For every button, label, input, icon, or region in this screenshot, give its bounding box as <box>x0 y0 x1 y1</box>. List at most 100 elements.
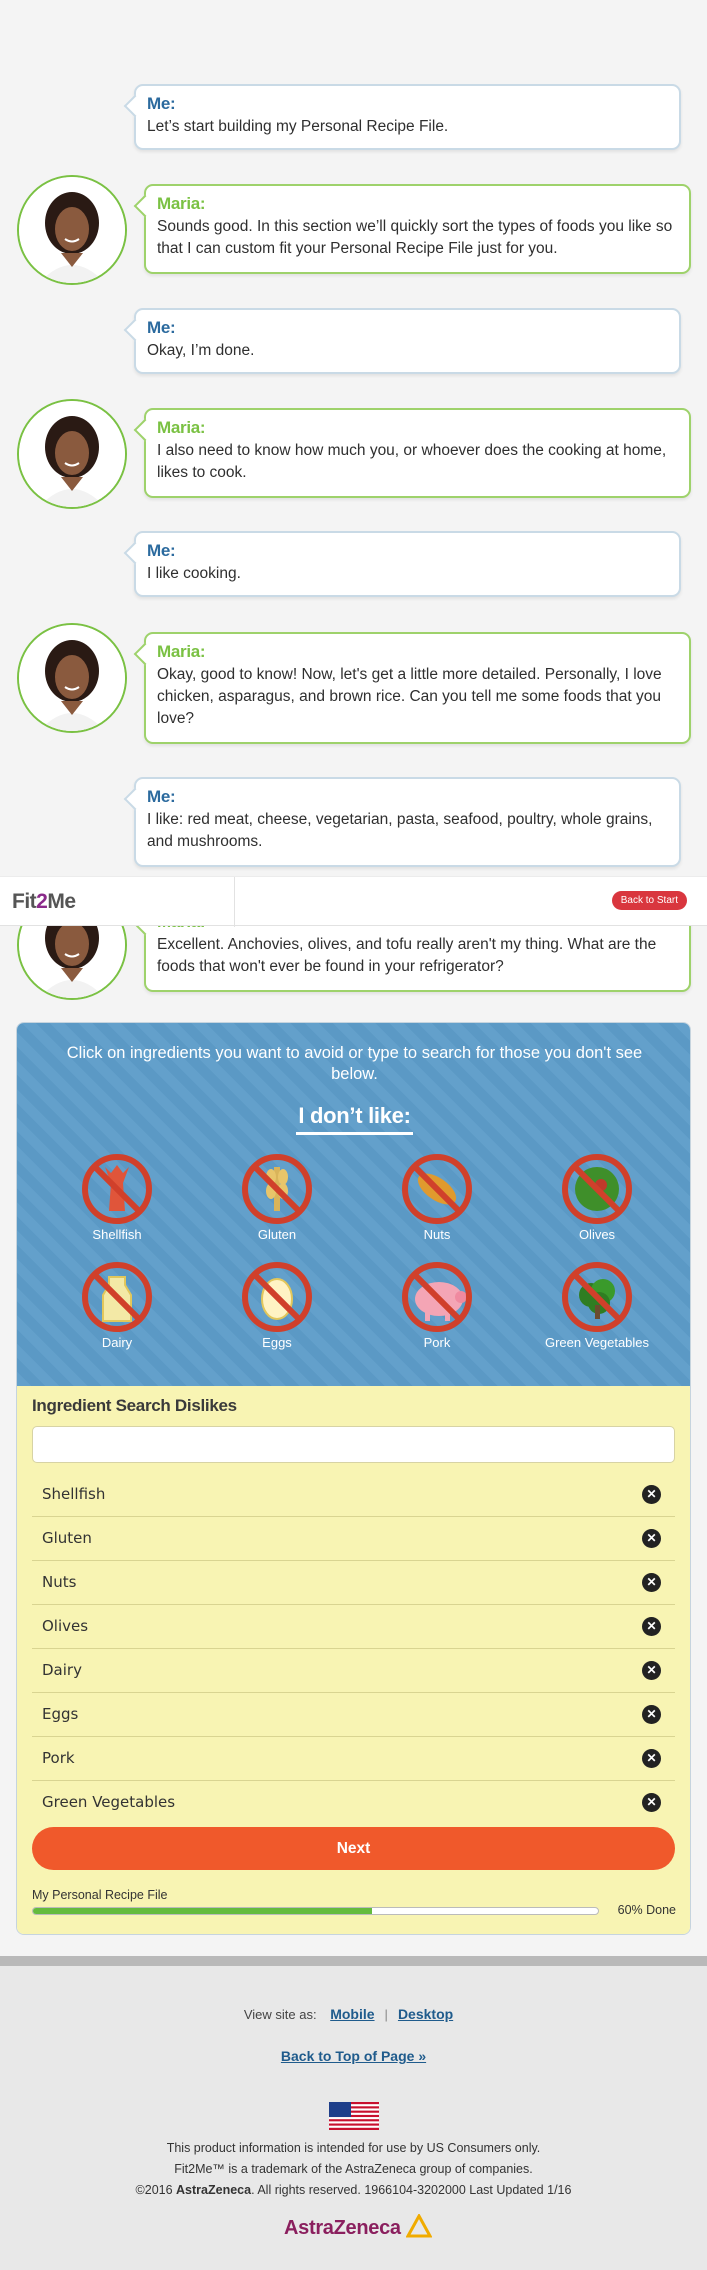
shellfish-icon <box>81 1153 153 1225</box>
logo-text: Me <box>47 890 76 913</box>
remove-icon[interactable]: ✕ <box>642 1617 661 1636</box>
picker-title-text: I don’t like: <box>296 1103 413 1135</box>
ingredient-tile-dairy[interactable]: Dairy <box>47 1261 187 1350</box>
speaker-name: Me: <box>147 318 176 337</box>
site-footer: View site as: Mobile | Desktop Back to Top… <box>0 1966 707 2270</box>
speaker-name: Me: <box>147 787 176 806</box>
company-logo-text: AstraZeneca <box>284 2217 401 2239</box>
pork-icon <box>401 1261 473 1333</box>
selected-dislike-item: Green Vegetables ✕ <box>32 1781 675 1825</box>
picker-instruction: Click on ingredients you want to avoid o… <box>66 1044 643 1083</box>
speaker-name: Me: <box>147 94 176 113</box>
nuts-icon <box>401 1153 473 1225</box>
remove-icon[interactable]: ✕ <box>642 1485 661 1504</box>
fit2me-logo[interactable]: Fit2Me <box>12 890 76 914</box>
tile-label: Olives <box>578 1227 616 1242</box>
back-to-top-link[interactable]: Back to Top of Page » <box>0 2048 707 2064</box>
message-text: Excellent. Anchovies, olives, and tofu r… <box>157 936 657 975</box>
maria-avatar <box>17 623 127 733</box>
ingredient-tile-nuts[interactable]: Nuts <box>367 1153 507 1242</box>
link-separator: | <box>384 2007 388 2022</box>
tile-label: Dairy <box>101 1335 133 1350</box>
message-text: Okay, I’m done. <box>147 342 255 359</box>
ingredient-tile-green-vegetables[interactable]: Green Vegetables <box>527 1261 667 1350</box>
chat-message-me: Me: Okay, I’m done. <box>134 308 681 374</box>
back-to-start-button[interactable]: Back to Start <box>611 891 687 910</box>
maria-avatar <box>17 175 127 285</box>
dairy-icon <box>81 1261 153 1333</box>
dislike-name: Pork <box>42 1749 75 1767</box>
olives-icon <box>561 1153 633 1225</box>
picker-title: I don’t like: <box>17 1103 690 1135</box>
speaker-name: Maria: <box>157 194 206 213</box>
remove-icon[interactable]: ✕ <box>642 1661 661 1680</box>
chat-message-me: Me: Let’s start building my Personal Rec… <box>134 84 681 150</box>
chat-message-maria: Maria: I also need to know how much you,… <box>144 408 691 498</box>
next-button[interactable]: Next <box>32 1827 675 1870</box>
selected-dislike-item: Olives ✕ <box>32 1605 675 1649</box>
legal-line: ©2016 AstraZeneca. All rights reserved. … <box>0 2180 707 2201</box>
tile-label: Nuts <box>423 1227 451 1242</box>
desktop-link[interactable]: Desktop <box>398 2006 453 2022</box>
remove-icon[interactable]: ✕ <box>642 1573 661 1592</box>
tile-label: Eggs <box>262 1335 292 1350</box>
progress-label: My Personal Recipe File <box>32 1888 168 1902</box>
progress-fill <box>33 1908 372 1914</box>
maria-avatar <box>17 399 127 509</box>
speaker-name: Maria: <box>157 642 206 661</box>
remove-icon[interactable]: ✕ <box>642 1749 661 1768</box>
ingredient-picker: Click on ingredients you want to avoid o… <box>17 1023 690 1386</box>
view-as-label: View site as: <box>243 2007 317 2022</box>
ingredient-tile-olives[interactable]: Olives <box>527 1153 667 1242</box>
dislike-name: Shellfish <box>42 1485 106 1503</box>
progress-bar <box>32 1907 599 1915</box>
copyright-text: . All rights reserved. 1966104-3202000 L… <box>251 2183 572 2197</box>
tile-label: Shellfish <box>92 1227 142 1242</box>
search-section-title: Ingredient Search Dislikes <box>32 1396 237 1415</box>
selected-dislike-item: Nuts ✕ <box>32 1561 675 1605</box>
site-header: Fit2Me Back to Start <box>0 876 707 927</box>
eggs-icon <box>241 1261 313 1333</box>
speaker-name: Me: <box>147 541 176 560</box>
speaker-name: Maria: <box>157 418 206 437</box>
view-site-as: View site as: Mobile | Desktop <box>0 2006 707 2022</box>
message-text: I like cooking. <box>147 565 241 582</box>
selected-dislike-item: Gluten ✕ <box>32 1517 675 1561</box>
dislike-name: Gluten <box>42 1529 92 1547</box>
chat-message-maria: Maria: Okay, good to know! Now, let's ge… <box>144 632 691 744</box>
header-divider <box>234 877 235 927</box>
chat-message-maria: Maria: Sounds good. In this section we’l… <box>144 184 691 274</box>
message-text: Okay, good to know! Now, let's get a lit… <box>157 666 662 727</box>
chat-message-me: Me: I like cooking. <box>134 531 681 597</box>
ingredient-tile-eggs[interactable]: Eggs <box>207 1261 347 1350</box>
message-text: I also need to know how much you, or who… <box>157 442 667 481</box>
message-text: Sounds good. In this section we’ll quick… <box>157 218 673 257</box>
dislikes-panel: Click on ingredients you want to avoid o… <box>16 1022 691 1935</box>
us-flag-icon <box>329 2102 379 2130</box>
mobile-link[interactable]: Mobile <box>330 2006 374 2022</box>
selected-dislike-item: Pork ✕ <box>32 1737 675 1781</box>
astrazeneca-symbol-icon <box>405 2212 433 2238</box>
tile-label: Green Vegetables <box>544 1335 650 1350</box>
astrazeneca-logo[interactable]: AstraZeneca <box>284 2212 433 2240</box>
ingredient-tile-pork[interactable]: Pork <box>367 1261 507 1350</box>
remove-icon[interactable]: ✕ <box>642 1705 661 1724</box>
legal-text: This product information is intended for… <box>0 2138 707 2201</box>
legal-line: Fit2Me™ is a trademark of the AstraZenec… <box>174 2162 533 2176</box>
copyright-text: ©2016 <box>135 2183 177 2197</box>
footer-divider <box>0 1956 707 1966</box>
message-text: I like: red meat, cheese, vegetarian, pa… <box>147 811 653 850</box>
remove-icon[interactable]: ✕ <box>642 1529 661 1548</box>
message-text: Let’s start building my Personal Recipe … <box>147 118 449 135</box>
dislike-name: Green Vegetables <box>42 1793 176 1811</box>
ingredient-tile-gluten[interactable]: Gluten <box>207 1153 347 1242</box>
dislike-name: Eggs <box>42 1705 79 1723</box>
dislike-name: Olives <box>42 1617 89 1635</box>
remove-icon[interactable]: ✕ <box>642 1793 661 1812</box>
ingredient-tile-shellfish[interactable]: Shellfish <box>47 1153 187 1242</box>
selected-dislike-item: Dairy ✕ <box>32 1649 675 1693</box>
selected-dislike-item: Eggs ✕ <box>32 1693 675 1737</box>
tile-label: Pork <box>423 1335 451 1350</box>
dislike-name: Nuts <box>42 1573 77 1591</box>
ingredient-search-input[interactable] <box>32 1426 675 1463</box>
